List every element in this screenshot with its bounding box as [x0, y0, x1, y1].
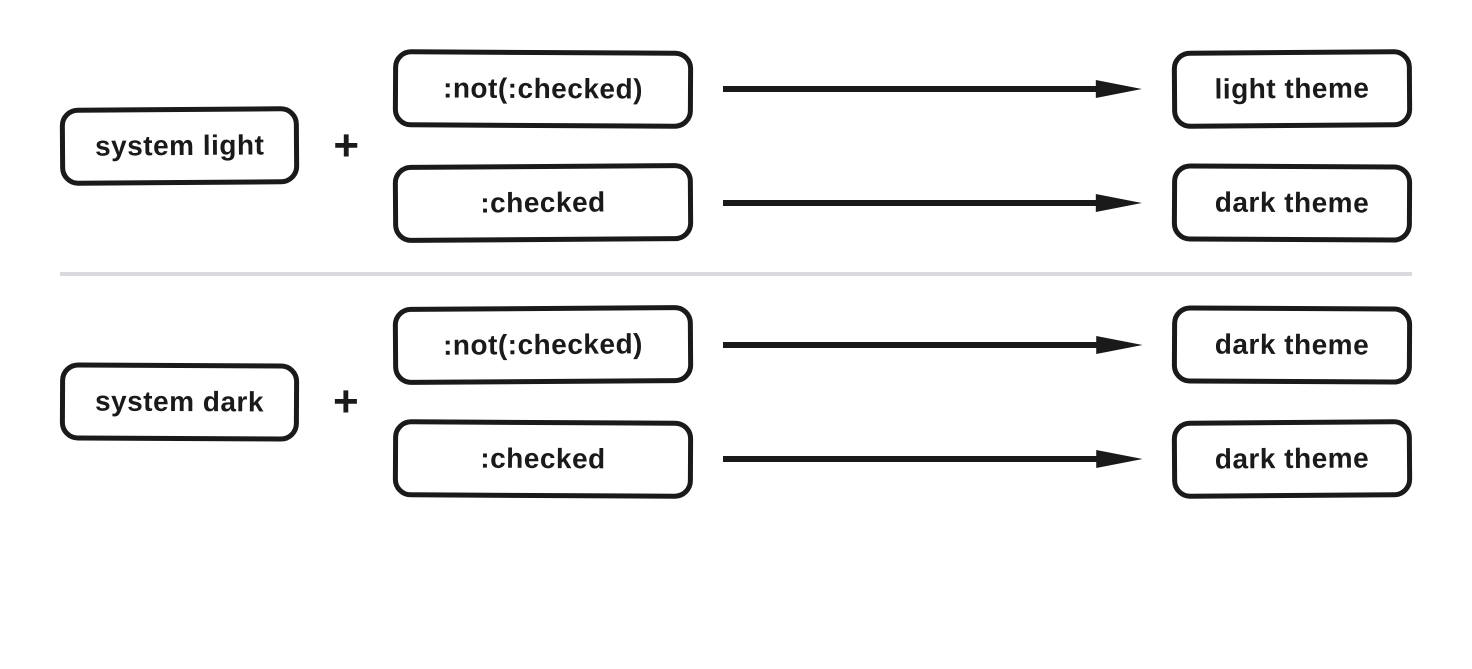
arrow-icon	[723, 192, 1142, 214]
selector-box: :checked	[393, 163, 694, 243]
result-box: dark theme	[1172, 163, 1412, 242]
system-box: system light	[60, 106, 300, 186]
result-box: dark theme	[1172, 305, 1412, 384]
branch-row: :not(:checked) dark theme	[393, 306, 1412, 384]
result-box: dark theme	[1172, 419, 1413, 499]
branch-group: :not(:checked) light theme :checked dark…	[393, 50, 1412, 242]
selector-box: :not(:checked)	[393, 49, 693, 129]
plus-icon: +	[329, 377, 363, 427]
selector-box: :checked	[392, 419, 692, 499]
system-box: system dark	[60, 362, 299, 441]
plus-icon: +	[329, 121, 363, 171]
selector-box: :not(:checked)	[392, 305, 693, 385]
arrow-icon	[723, 334, 1142, 356]
result-box: light theme	[1172, 49, 1413, 129]
diagram-section-light: system light + :not(:checked) light them…	[60, 30, 1412, 262]
section-divider	[60, 272, 1412, 276]
diagram-section-dark: system dark + :not(:checked) dark theme …	[60, 286, 1412, 518]
arrow-icon	[723, 78, 1142, 100]
branch-row: :not(:checked) light theme	[393, 50, 1412, 128]
branch-group: :not(:checked) dark theme :checked dark …	[393, 306, 1412, 498]
arrow-icon	[723, 448, 1142, 470]
branch-row: :checked dark theme	[393, 164, 1412, 242]
branch-row: :checked dark theme	[393, 420, 1412, 498]
